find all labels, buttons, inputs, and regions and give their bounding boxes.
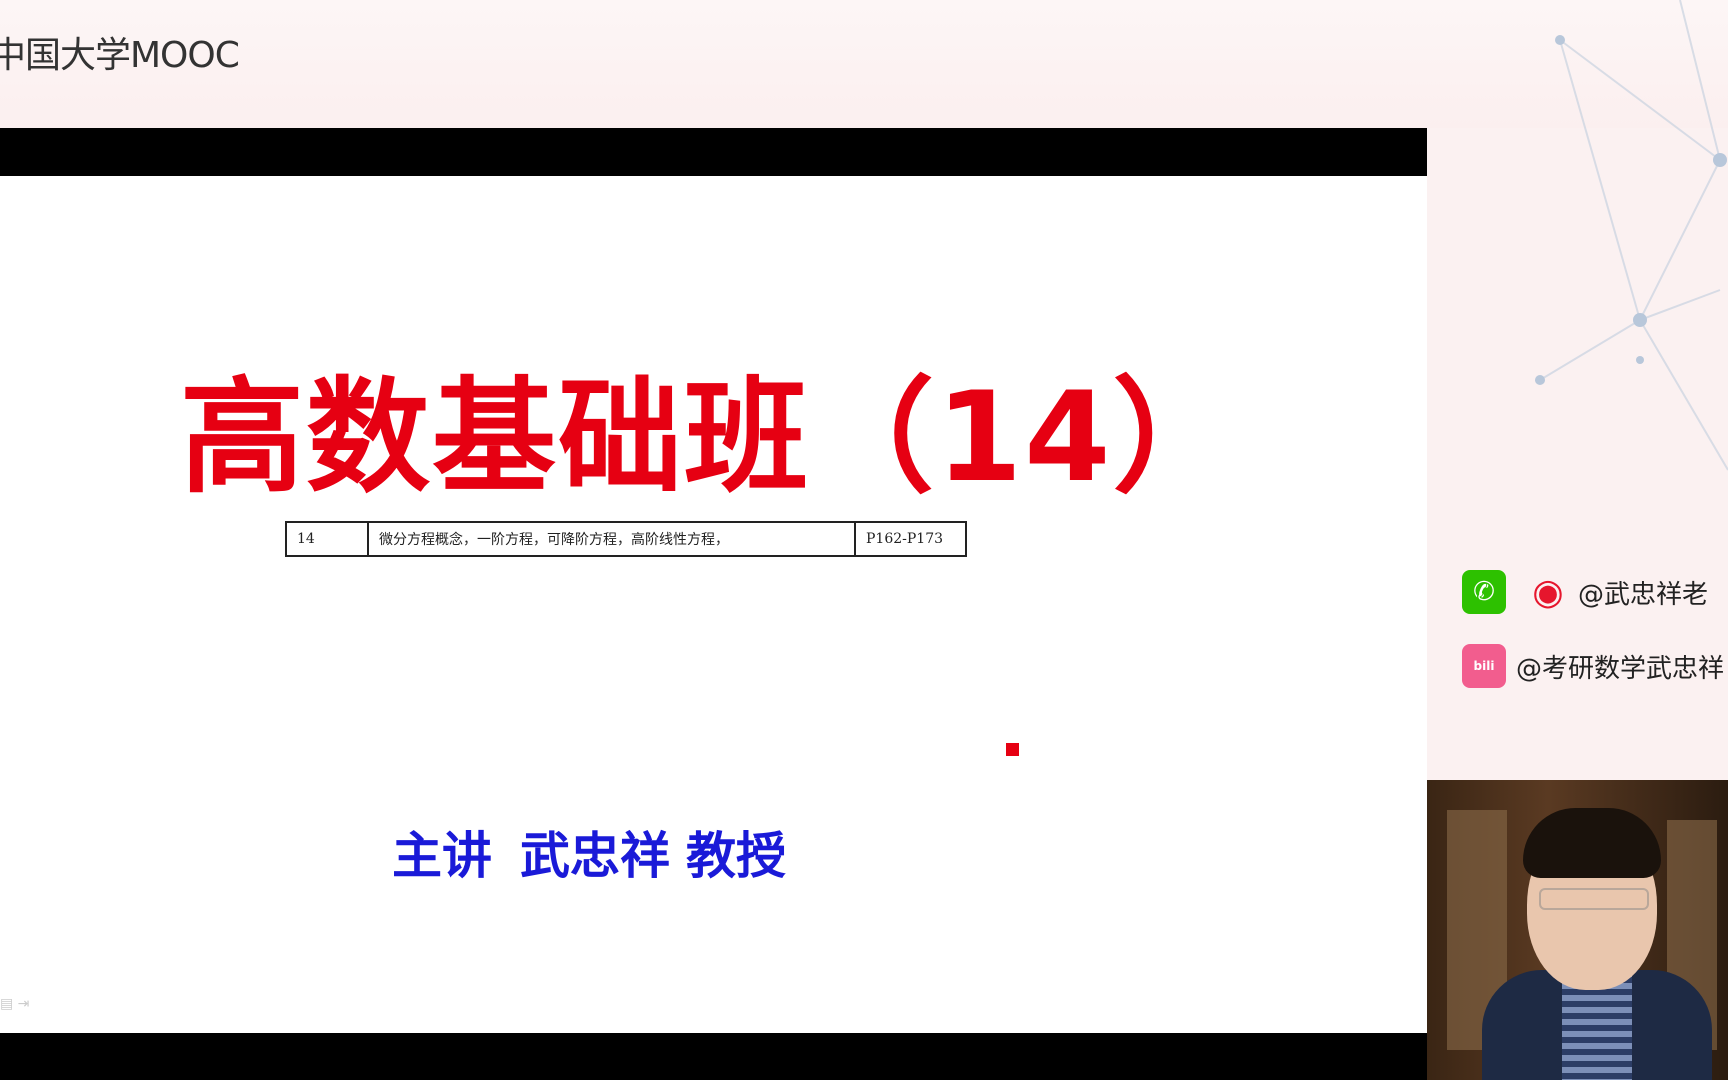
bilibili-row[interactable]: bili @考研数学武忠祥 [1462,644,1724,688]
lecture-slide: 高数基础班（14） 14 微分方程概念，一阶方程，可降阶方程，高阶线性方程， P… [0,176,1427,1033]
mooc-logo[interactable]: 中国大学MOOC [0,26,240,78]
presenter-glasses [1539,888,1649,910]
presenter-name: 武忠祥 [520,827,670,885]
video-player[interactable]: 高数基础班（14） 14 微分方程概念，一阶方程，可降阶方程，高阶线性方程， P… [0,128,1427,1080]
top-bar: 中国大学MOOC [0,0,1728,128]
presenter-line: 主讲 武忠祥 教授 [392,816,814,888]
weibo-row[interactable]: ✆ ◉ @武忠祥老 [1462,570,1708,614]
presenter-hair [1523,808,1661,878]
bilibili-handle: @考研数学武忠祥 [1516,653,1725,684]
presenter-role: 教授 [686,827,786,885]
faint-control-icons: ▤ ⇥ [0,996,30,1012]
weibo-handle: @武忠祥老 [1578,579,1709,610]
syllabus-table-row: 14 微分方程概念，一阶方程，可降阶方程，高阶线性方程， P162-P173 [285,521,967,557]
laser-pointer-dot [1006,743,1019,756]
syllabus-pages: P162-P173 [866,531,944,547]
presenter-label: 主讲 [392,827,492,885]
slide-title: 高数基础班（14） [180,366,1239,510]
presenter-shirt [1562,975,1632,1080]
syllabus-number: 14 [287,523,369,555]
syllabus-topics: 微分方程概念，一阶方程，可降阶方程，高阶线性方程， [369,523,856,555]
weibo-icon: ◉ [1532,571,1564,613]
network-decoration [1535,0,1728,471]
bilibili-icon: bili [1462,644,1506,688]
wechat-icon: ✆ [1462,570,1506,614]
webcam-feed [1427,780,1728,1080]
